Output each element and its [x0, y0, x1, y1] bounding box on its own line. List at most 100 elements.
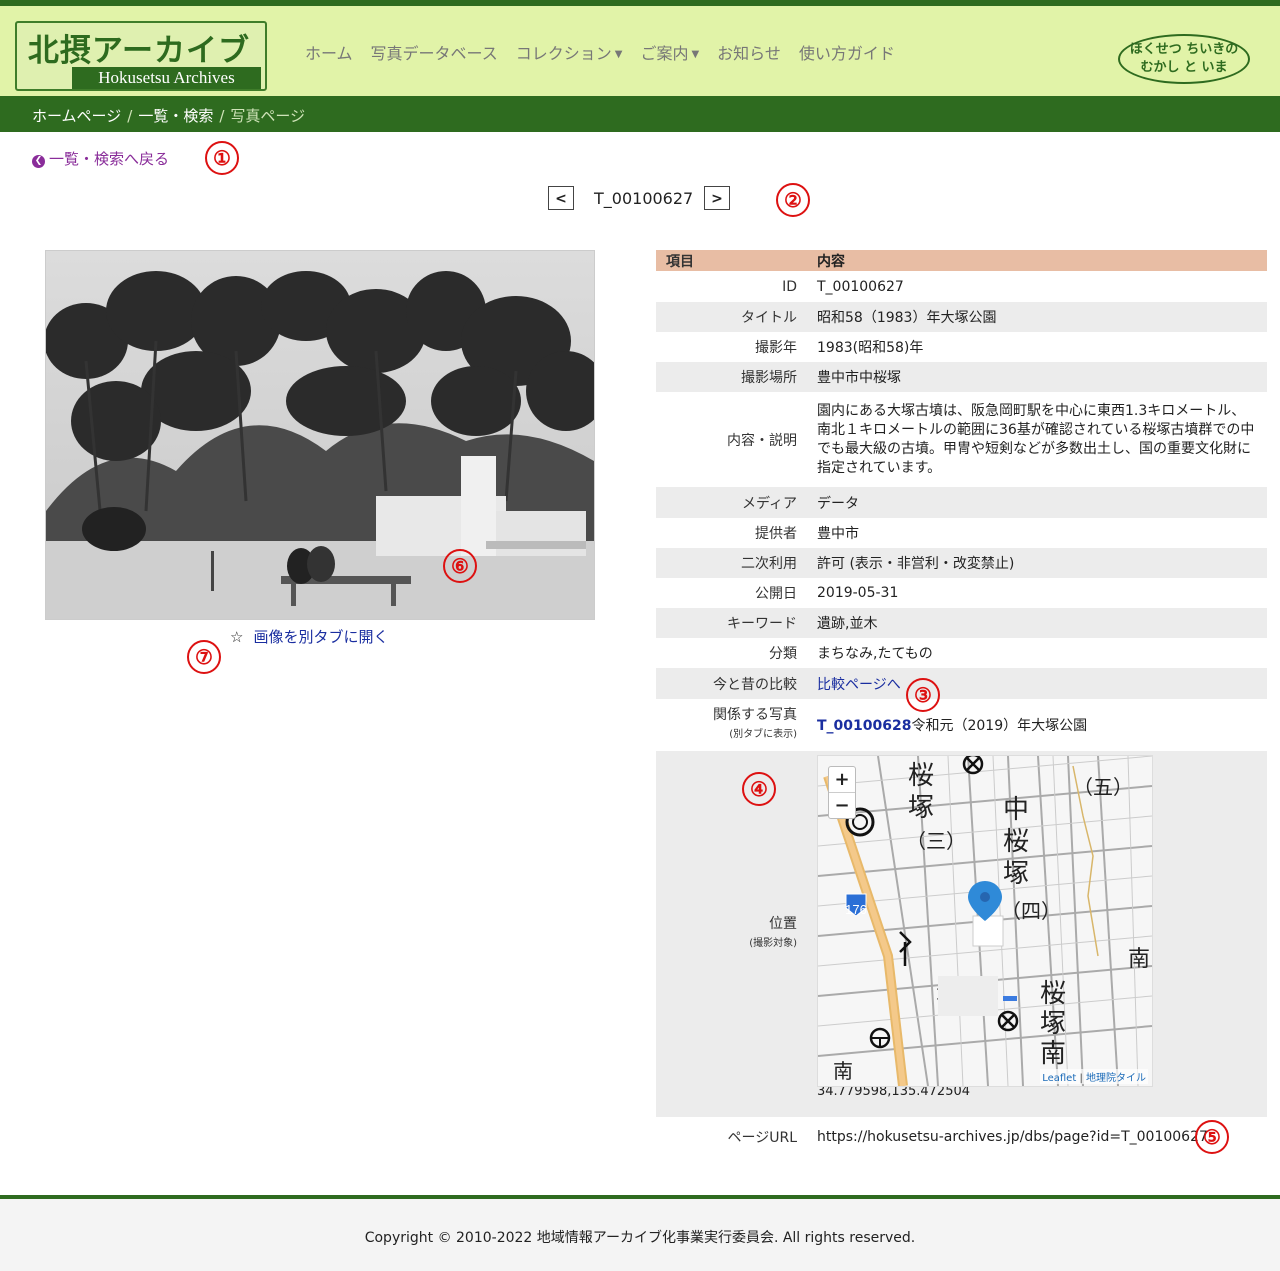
table-header-row: 項目 内容 — [656, 250, 1267, 271]
annotation-marker-1: ① — [205, 141, 239, 175]
annotation-marker-4: ④ — [742, 772, 776, 806]
copyright-text: Copyright © 2010-2022 地域情報アーカイブ化事業実行委員会.… — [364, 1230, 916, 1246]
map-label: （三） — [906, 830, 966, 853]
site-logo[interactable]: 北摂アーカイブス Hokusetsu Archives — [15, 21, 267, 91]
location-map[interactable]: 176 桜 塚 中 桜 塚 桜 塚 南 南 （三） （四） （五） 南 + − … — [817, 755, 1153, 1087]
map-label: 桜 — [908, 760, 934, 790]
nav-usage-guide[interactable]: 使い方ガイド — [799, 40, 895, 64]
then-and-now-badge[interactable]: ほくせつ ちいきの むかし と いま — [1118, 34, 1250, 84]
row-key: 今と昔の比較 — [656, 668, 807, 699]
row-key: 公開日 — [755, 586, 797, 602]
nav-news[interactable]: お知らせ — [717, 40, 781, 64]
related-photo-row: 関係する写真 (別タブに表示) T_00100628令和元（2019）年大塚公園 — [656, 699, 1267, 751]
row-key: 撮影年 — [755, 340, 797, 356]
open-image-row: ☆ 画像を別タブに開く — [230, 626, 388, 647]
row-key: キーワード — [656, 608, 807, 638]
map-zoom-control: + − — [828, 766, 856, 819]
row-value: 1983(昭和58)年 — [817, 340, 924, 356]
breadcrumb-separator: / — [219, 107, 225, 125]
row-value: T_00100627 — [817, 278, 904, 295]
map-label: 南 — [1040, 1038, 1066, 1068]
leaflet-link[interactable]: Leaflet — [1042, 1073, 1076, 1084]
breadcrumb: ホームページ / 一覧・検索 / 写真ページ — [32, 105, 305, 126]
photo-id-label: T_00100627 — [594, 189, 694, 208]
nav-collection-label: コレクション — [515, 44, 612, 63]
nav-collection[interactable]: コレクション ▼ — [516, 40, 623, 64]
header-value: 内容 — [807, 250, 1267, 271]
breadcrumb-home[interactable]: ホームページ — [32, 107, 121, 125]
compare-row: 今と昔の比較 比較ページへ — [656, 668, 1267, 699]
nav-home[interactable]: ホーム — [305, 40, 353, 64]
table-row: 撮影場所 豊中市中桜塚 — [656, 362, 1267, 392]
compare-page-link[interactable]: 比較ページへ — [817, 677, 901, 693]
table-row: 提供者 豊中市 — [656, 518, 1267, 548]
table-row: 撮影年 1983(昭和58)年 — [656, 332, 1267, 362]
nav-guide-label: ご案内 — [640, 44, 689, 63]
table-row: キーワード 遺跡,並木 — [656, 608, 1267, 638]
next-photo-button[interactable]: > — [704, 186, 730, 210]
row-key: メディア — [656, 487, 807, 518]
table-row: タイトル 昭和58（1983）年大塚公園 — [656, 302, 1267, 332]
row-value: 2019-05-31 — [817, 585, 899, 601]
row-value: 豊中市 — [817, 526, 859, 542]
badge-line-2: むかし と いま — [1140, 60, 1228, 75]
breadcrumb-list[interactable]: 一覧・検索 — [138, 107, 213, 125]
row-value: データ — [807, 487, 1267, 518]
row-value: 園内にある大塚古墳は、阪急岡町駅を中心に東西1.3キロメートル、南北１キロメート… — [817, 402, 1255, 476]
related-photo-link[interactable]: T_00100628 — [817, 718, 911, 734]
tiles-link[interactable]: 地理院タイル — [1086, 1073, 1146, 1084]
row-key: 提供者 — [755, 526, 797, 542]
row-key: 関係する写真 — [713, 707, 797, 723]
site-header: 北摂アーカイブス Hokusetsu Archives ホーム 写真データベース… — [0, 6, 1280, 96]
back-link-label: 一覧・検索へ戻る — [49, 150, 170, 168]
row-key-note: (別タブに表示) — [729, 729, 797, 740]
map-label: 塚 — [908, 792, 934, 822]
row-key: 二次利用 — [656, 548, 807, 578]
row-value: まちなみ,たてもの — [817, 646, 933, 662]
main-nav: ホーム 写真データベース コレクション ▼ ご案内 ▼ お知らせ 使い方ガイド — [305, 40, 913, 64]
back-to-list-link[interactable]: ❮ 一覧・検索へ戻る — [32, 148, 169, 169]
table-row: 内容・説明 園内にある大塚古墳は、阪急岡町駅を中心に東西1.3キロメートル、南北１… — [656, 392, 1267, 487]
open-image-link[interactable]: 画像を別タブに開く — [253, 628, 388, 646]
map-label: 塚 — [1040, 1008, 1066, 1038]
map-tiles: 176 桜 塚 中 桜 塚 桜 塚 南 南 （三） （四） （五） 南 — [818, 756, 1152, 1086]
row-key: 位置 — [769, 916, 797, 932]
table-row: 公開日 2019-05-31 — [656, 578, 1267, 608]
breadcrumb-current: 写真ページ — [230, 107, 306, 125]
map-label: 桜 — [1040, 978, 1066, 1008]
row-key-note: (撮影対象) — [749, 938, 797, 949]
map-label: 塚 — [1003, 858, 1029, 888]
related-photo-title: 令和元（2019）年大塚公園 — [911, 718, 1088, 734]
breadcrumb-bar: ホームページ / 一覧・検索 / 写真ページ — [0, 96, 1280, 132]
row-key: 内容・説明 — [727, 432, 797, 449]
nav-guide[interactable]: ご案内 ▼ — [640, 40, 699, 64]
row-value: 遺跡,並木 — [807, 608, 1267, 638]
badge-line-1: ほくせつ ちいきの — [1129, 42, 1239, 57]
archive-photo[interactable] — [45, 250, 595, 620]
annotation-marker-3: ③ — [906, 678, 940, 712]
row-key: ページURL — [727, 1130, 798, 1146]
row-key: ID — [782, 278, 797, 295]
prev-photo-button[interactable]: < — [548, 186, 574, 210]
location-row: 位置 (撮影対象) 176 桜 塚 中 桜 塚 桜 塚 南 南 （三） （四） … — [656, 751, 1267, 1117]
nav-photo-database[interactable]: 写真データベース — [371, 40, 498, 64]
annotation-marker-6: ⑥ — [443, 549, 477, 583]
map-label: 南 — [833, 1060, 853, 1083]
attribution-separator: | — [1076, 1073, 1086, 1084]
table-row: 二次利用 許可 (表示・非営利・改変禁止) — [656, 548, 1267, 578]
row-key: 分類 — [769, 646, 797, 662]
zoom-out-button[interactable]: − — [829, 792, 855, 818]
star-icon[interactable]: ☆ — [230, 628, 243, 646]
photo-image — [46, 251, 594, 619]
map-label: （四） — [1001, 900, 1061, 923]
zoom-in-button[interactable]: + — [829, 767, 855, 792]
row-key: タイトル — [656, 302, 807, 332]
caret-down-icon: ▼ — [614, 49, 623, 60]
annotation-marker-5: ⑤ — [1195, 1120, 1229, 1154]
row-value: 許可 (表示・非営利・改変禁止) — [807, 548, 1267, 578]
logo-english: Hokusetsu Archives — [72, 67, 261, 89]
map-label: 桜 — [1003, 826, 1029, 856]
row-key: 撮影場所 — [656, 362, 807, 392]
chevron-left-icon: ❮ — [32, 155, 45, 168]
map-label: 中 — [1003, 794, 1029, 824]
